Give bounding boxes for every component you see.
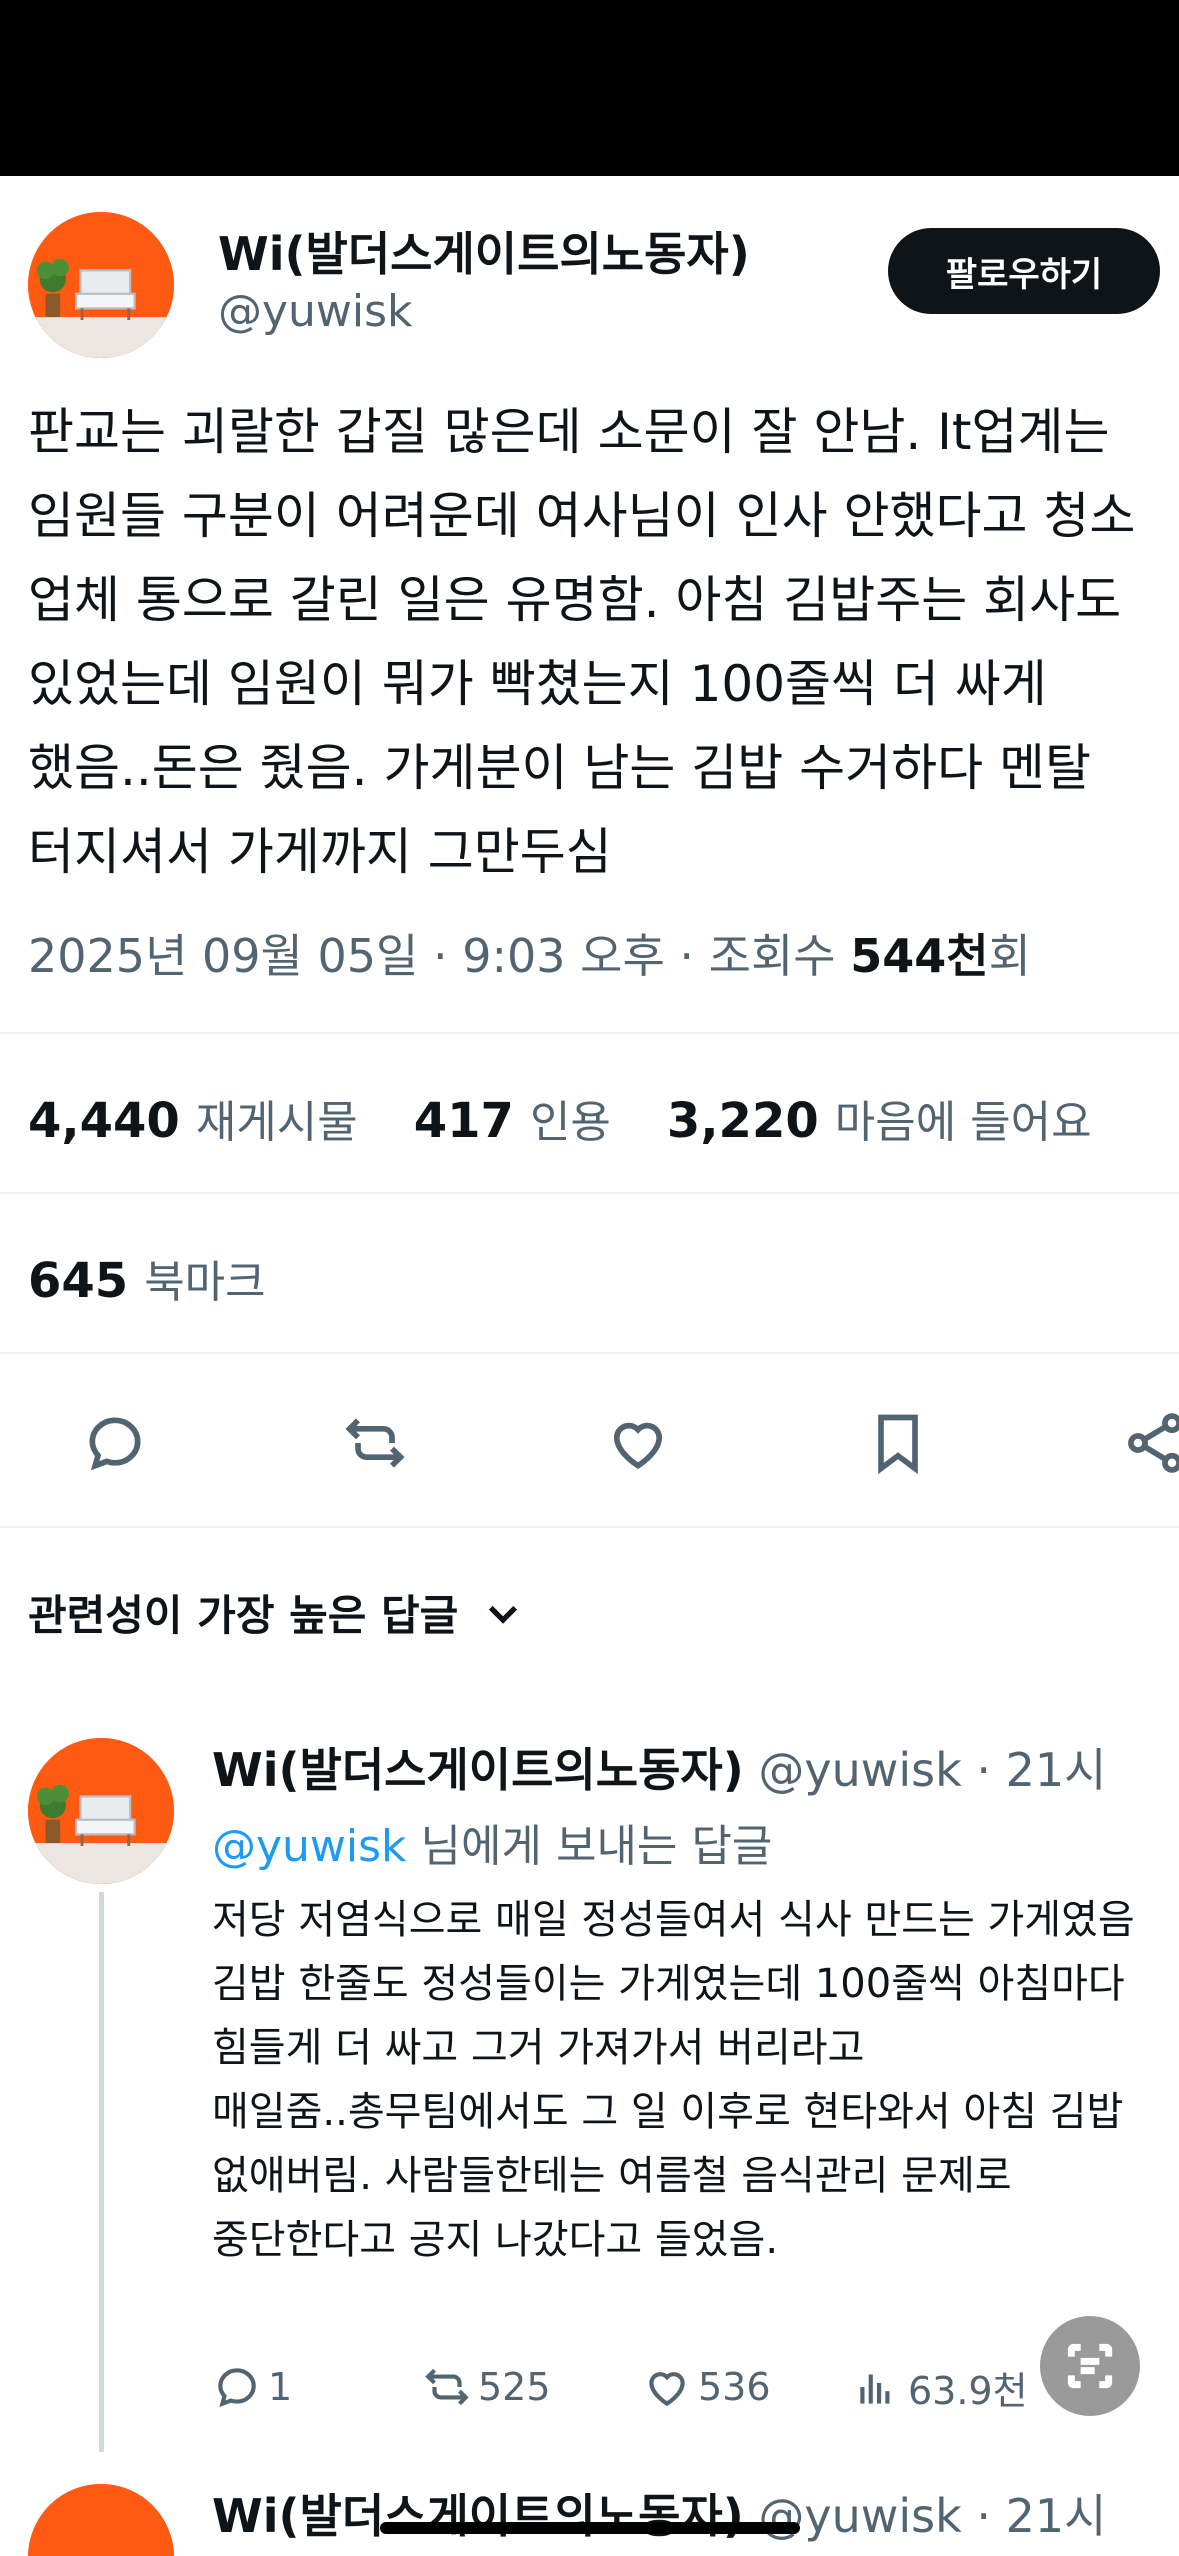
reply-to-suffix: 님에게 보내는 답글 [406, 1821, 773, 1872]
follow-button[interactable]: 팔로우하기 [888, 228, 1160, 314]
divider [0, 1526, 1179, 1528]
tweet-text-line: 임원들 구분이 어려운데 여사님이 인사 안했다고 청소 [28, 487, 1136, 545]
reply-text: 저당 저염식으로 매일 정성들여서 식사 만드는 가게였음 김밥 한줄도 정성들… [212, 1888, 1179, 2272]
reply-avatar[interactable] [28, 1738, 174, 1884]
author-name[interactable]: Wi(발더스게이트의노동자) [218, 218, 750, 284]
status-bar [0, 0, 1179, 176]
bookmark-button[interactable] [853, 1398, 943, 1488]
share-button[interactable] [1110, 1398, 1179, 1488]
reply-avatar[interactable] [28, 2484, 174, 2556]
avatar-image [28, 212, 174, 358]
likes-label[interactable]: 마음에 들어요 [835, 1086, 1092, 1150]
likes-count[interactable]: 3,220 [667, 1093, 819, 1149]
reply-views-button[interactable]: 63.9천 [852, 2352, 1028, 2422]
reply-sort-label: 관련성이 가장 높은 답글 [28, 1591, 459, 1640]
reply-time: · 21시 [976, 2489, 1107, 2543]
divider [0, 1032, 1179, 1034]
views-icon [860, 2374, 890, 2404]
reply-repost-button[interactable]: 525 [422, 2352, 551, 2422]
reply-like-count: 536 [698, 2365, 771, 2409]
tweet-text-line: 판교는 괴랄한 갑질 많은데 소문이 잘 안남. It업계는 [28, 403, 1110, 461]
reply-time: · 21시 [976, 1743, 1107, 1797]
like-button[interactable] [593, 1398, 683, 1488]
reply-text-line: 없애버림. 사람들한테는 여름철 음식관리 문제로 [212, 2153, 1012, 2199]
share-icon [1128, 1413, 1179, 1473]
reply-text-line: 힘들게 더 싸고 그거 가져가서 버리라고 [212, 2025, 865, 2071]
avatar-image [28, 2484, 174, 2556]
reply-to-mention[interactable]: @yuwisk [212, 1821, 407, 1872]
divider [0, 1192, 1179, 1194]
repost-icon [425, 2368, 469, 2406]
tweet-text: 판교는 괴랄한 갑질 많은데 소문이 잘 안남. It업계는 임원들 구분이 어… [28, 390, 1179, 894]
reply-view-count: 63.9천 [908, 2368, 1028, 2413]
tweet-timestamp[interactable]: 2025년 09월 05일 · 9:03 오후 · 조회수 544천회 [28, 920, 1031, 986]
reply-author-handle[interactable]: @yuwisk [758, 2489, 961, 2543]
heart-icon [613, 1422, 663, 1469]
home-indicator[interactable] [380, 2522, 800, 2534]
reply-icon [218, 2368, 256, 2408]
reply-author-handle[interactable]: @yuwisk [758, 1743, 961, 1797]
bookmark-icon [878, 1414, 918, 1475]
avatar[interactable] [28, 212, 174, 358]
reply-reply-button[interactable]: 1 [212, 2352, 292, 2422]
thread-line [99, 1892, 104, 2452]
screen-search-button[interactable] [1040, 2316, 1140, 2416]
avatar-image [28, 1738, 174, 1884]
chevron-down-icon [489, 1605, 518, 1624]
reply-text-line: 매일줌..총무팀에서도 그 일 이후로 현타와서 아침 김밥 [212, 2089, 1124, 2135]
tweet-text-line: 했음..돈은 줬음. 가게분이 남는 김밥 수거하다 멘탈 [28, 739, 1092, 797]
lens-icon [1067, 2343, 1113, 2389]
heart-icon [649, 2372, 685, 2407]
reply-header: Wi(발더스게이트의노동자) @yuwisk · 21시 [212, 2480, 1107, 2546]
reply-like-button[interactable]: 536 [642, 2352, 771, 2422]
reply-author-name[interactable]: Wi(발더스게이트의노동자) [212, 2489, 744, 2543]
reposts-label[interactable]: 재게시물 [196, 1086, 358, 1150]
quotes-label[interactable]: 인용 [530, 1086, 611, 1150]
author-handle[interactable]: @yuwisk [218, 286, 413, 337]
reply-icon [89, 1417, 141, 1471]
reply-header: Wi(발더스게이트의노동자) @yuwisk · 21시 [212, 1734, 1107, 1800]
reply-reply-count: 1 [268, 2365, 293, 2409]
bookmarks-label[interactable]: 북마크 [144, 1246, 265, 1310]
reply-action-bar: 1 525 536 63.9천 [212, 2352, 1179, 2422]
view-count: 544천 [850, 929, 989, 983]
timestamp-text: 2025년 09월 05일 · 9:03 오후 · 조회수 [28, 929, 851, 983]
tweet-text-line: 있었는데 임원이 뭐가 빡쳤는지 100줄씩 더 싸게 [28, 655, 1047, 713]
reply-author-name[interactable]: Wi(발더스게이트의노동자) [212, 1743, 744, 1797]
repost-button[interactable] [330, 1398, 420, 1488]
reply-button[interactable] [70, 1398, 160, 1488]
tweet-text-line: 업체 통으로 갈린 일은 유명함. 아침 김밥주는 회사도 [28, 571, 1122, 629]
reply-repost-count: 525 [478, 2365, 551, 2409]
bookmark-stats: 645 북마크 [28, 1246, 266, 1310]
quotes-count[interactable]: 417 [414, 1093, 514, 1149]
bookmarks-count[interactable]: 645 [28, 1253, 128, 1309]
reply-text-line: 중단한다고 공지 나갔다고 들었음. [212, 2217, 779, 2263]
divider [0, 1352, 1179, 1354]
view-count-suffix: 회 [988, 929, 1031, 983]
tweet-action-bar [0, 1398, 1179, 1488]
reply-text-line: 저당 저염식으로 매일 정성들여서 식사 만드는 가게였음 [212, 1897, 1135, 1943]
reply-text-line: 김밥 한줄도 정성들이는 가게였는데 100줄씩 아침마다 [212, 1961, 1125, 2007]
engagement-stats: 4,440 재게시물 417 인용 3,220 마음에 들어요 [28, 1086, 1132, 1150]
reposts-count[interactable]: 4,440 [28, 1093, 180, 1149]
repost-icon [345, 1418, 405, 1468]
replying-to: @yuwisk 님에게 보내는 답글 [212, 1810, 772, 1874]
tweet-text-line: 터지셔서 가게까지 그만두심 [28, 823, 612, 881]
reply-sort-dropdown[interactable]: 관련성이 가장 높은 답글 [28, 1582, 524, 1643]
